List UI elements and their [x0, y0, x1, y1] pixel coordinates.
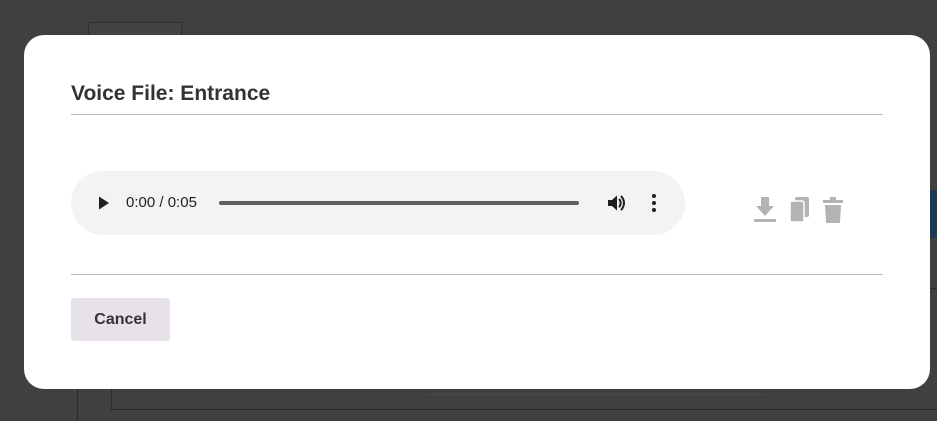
copy-button[interactable]	[787, 195, 813, 225]
audio-player: 0:00 / 0:05	[71, 171, 685, 235]
download-icon	[754, 197, 776, 222]
more-vertical-icon	[652, 194, 656, 212]
footer-divider	[71, 274, 883, 275]
current-time: 0:00	[126, 194, 156, 211]
modal-title: Voice File: Entrance	[71, 82, 271, 105]
time-display: 0:00 / 0:05	[126, 194, 197, 211]
play-button[interactable]	[91, 191, 115, 215]
trash-icon	[823, 197, 843, 223]
time-separator: /	[155, 194, 168, 211]
volume-icon	[608, 195, 625, 211]
volume-button[interactable]	[604, 191, 630, 215]
progress-slider[interactable]	[219, 201, 579, 205]
voice-file-modal: Voice File: Entrance 0:00 / 0:05 Cancel	[24, 35, 930, 389]
duration: 0:05	[167, 194, 197, 211]
play-icon	[99, 196, 109, 210]
delete-button[interactable]	[820, 195, 846, 225]
more-options-button[interactable]	[646, 191, 662, 215]
copy-icon	[789, 197, 809, 223]
title-divider	[71, 114, 883, 115]
cancel-button[interactable]: Cancel	[71, 298, 170, 341]
download-button[interactable]	[752, 195, 778, 225]
